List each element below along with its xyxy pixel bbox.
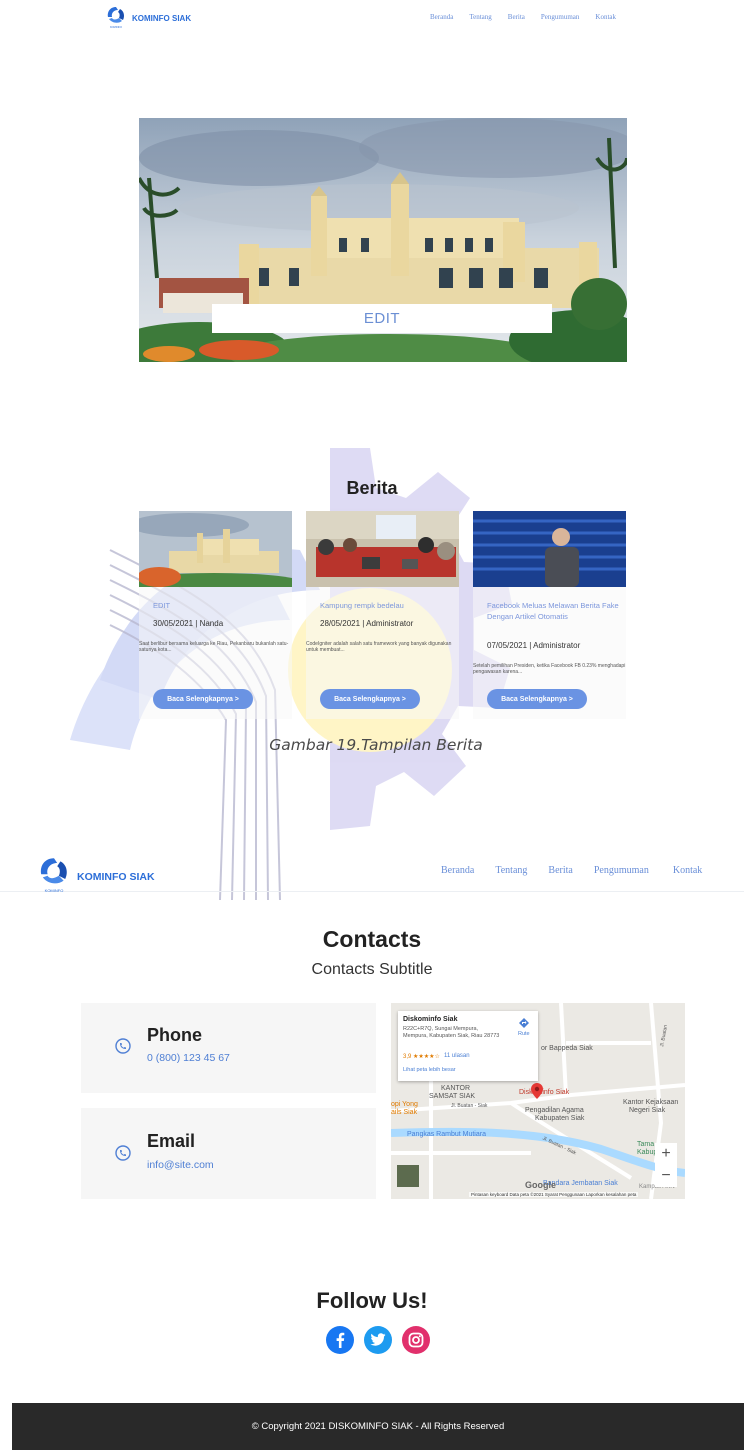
directions-label[interactable]: Rute [518, 1031, 530, 1037]
news-thumbnail-meeting[interactable] [306, 511, 459, 587]
map-label-bappeda: or Bappeda Siak [541, 1045, 593, 1052]
hero-caption-text: EDIT [363, 310, 401, 327]
news-meta: 30/05/2021 | Nanda [153, 619, 224, 628]
map-label-pangkas: Pangkas Rambut Mutiara [407, 1131, 486, 1138]
contacts-title: Contacts [322, 926, 422, 952]
map-label-kejaksaan-2: Negeri Siak [629, 1107, 666, 1114]
phone-label: Phone [147, 1025, 203, 1045]
copyright-text: © Copyright 2021 DISKOMINFO SIAK - All R… [251, 1421, 505, 1432]
news-title-link[interactable]: Kampung rempk bedelau [320, 600, 454, 611]
read-more-button[interactable]: Baca Selengkapnya > [153, 689, 253, 709]
map-pin-label: Diskominfo Siak [519, 1089, 570, 1096]
email-icon [115, 1145, 131, 1161]
map-rating: 3,9 ★★★★☆ [403, 1054, 440, 1060]
hero-banner: EDIT [139, 118, 627, 362]
nav-link-pengumuman[interactable]: Pengumuman [594, 865, 649, 876]
nav-link-beranda[interactable]: Beranda [441, 865, 474, 876]
brand-link[interactable]: KOMINFO KOMINFO SIAK [38, 856, 155, 893]
news-meta: 07/05/2021 | Administrator [487, 641, 581, 650]
google-logo: Google [525, 1180, 556, 1190]
logo-caption: KOMINFO [109, 26, 123, 29]
nav-link-beranda[interactable]: Beranda [430, 13, 453, 21]
map-street-label: Jl. Buatan - Siak [451, 1103, 488, 1109]
news-title-link[interactable]: EDIT [153, 600, 287, 611]
berita-section-title: Berita [346, 478, 398, 498]
facebook-icon[interactable] [326, 1326, 354, 1354]
news-card: Facebook Meluas Melawan Berita Fake Deng… [473, 511, 626, 719]
instagram-icon[interactable] [402, 1326, 430, 1354]
map-label-kopi-2: ails Siak [391, 1109, 418, 1116]
logo-caption: KOMINFO [44, 888, 64, 893]
kominfo-logo-icon: KOMINFO [38, 856, 70, 893]
read-more-button[interactable]: Baca Selengkapnya > [320, 689, 420, 709]
map-reviews-link[interactable]: 11 ulasan [444, 1053, 470, 1059]
phone-value[interactable]: 0 (800) 123 45 67 [147, 1052, 230, 1064]
google-map-embed[interactable]: or Bappeda Siak KANTOR SAMSAT SIAK opi Y… [391, 1003, 685, 1199]
map-label-taman: Tama [637, 1141, 655, 1148]
nav-link-berita[interactable]: Berita [548, 865, 572, 876]
nav-links: Beranda Tentang Berita Pengumuman Kontak [441, 865, 702, 876]
phone-icon [115, 1038, 131, 1054]
map-zoom-in-button[interactable]: + [655, 1143, 677, 1165]
footer: © Copyright 2021 DISKOMINFO SIAK - All R… [12, 1403, 744, 1450]
email-contact-card: Email info@site.com [81, 1108, 376, 1199]
news-card-list: EDIT 30/05/2021 | Nanda Saat berlibur be… [139, 511, 627, 719]
second-navbar: KOMINFO KOMINFO SIAK Beranda Tentang Ber… [0, 848, 744, 893]
news-meta: 28/05/2021 | Administrator [320, 619, 414, 628]
brand-link[interactable]: KOMINFO KOMINFO SIAK [106, 6, 192, 29]
nav-link-kontak[interactable]: Kontak [673, 865, 702, 876]
news-excerpt: Setelah pemilihan Presiden, ketika Faceb… [473, 663, 626, 675]
map-place-address: R22C+R7Q, Sungai Mempura, Mempura, Kabup… [403, 1026, 500, 1039]
email-label: Email [147, 1131, 196, 1151]
nav-link-tentang[interactable]: Tentang [469, 13, 491, 21]
map-label-kopi: opi Yong [391, 1101, 418, 1108]
news-card: Kampung rempk bedelau 28/05/2021 | Admin… [306, 511, 459, 719]
map-info-card: Diskominfo Siak R22C+R7Q, Sungai Mempura… [398, 1011, 538, 1081]
map-label-pengadilan-2: Kabupaten Siak [535, 1115, 585, 1122]
follow-title: Follow Us! [316, 1288, 428, 1313]
email-value[interactable]: info@site.com [147, 1159, 214, 1171]
news-title-link[interactable]: Facebook Meluas Melawan Berita Fake Deng… [487, 600, 621, 622]
map-place-name: Diskominfo Siak [403, 1016, 458, 1023]
contacts-subtitle: Contacts Subtitle [311, 961, 433, 978]
news-card: EDIT 30/05/2021 | Nanda Saat berlibur be… [139, 511, 292, 719]
map-larger-link[interactable]: Lihat peta lebih besar [403, 1067, 456, 1073]
social-links [326, 1326, 430, 1354]
brand-name: KOMINFO SIAK [132, 13, 192, 23]
news-thumbnail-palace[interactable] [139, 511, 292, 587]
map-zoom-out-button[interactable]: − [655, 1165, 677, 1187]
nav-link-tentang[interactable]: Tentang [495, 865, 527, 876]
map-label-samsat: SAMSAT SIAK [429, 1093, 476, 1100]
news-excerpt: CodeIgniter adalah salah satu framework … [306, 641, 452, 653]
hero-caption-box: EDIT [212, 304, 552, 333]
map-pin-icon[interactable] [531, 1083, 543, 1099]
phone-contact-card: Phone 0 (800) 123 45 67 [81, 1003, 376, 1093]
kominfo-logo-icon: KOMINFO [106, 6, 126, 29]
read-more-button[interactable]: Baca Selengkapnya > [487, 689, 587, 709]
nav-links: Beranda Tentang Berita Pengumuman Kontak [430, 13, 632, 21]
map-label-pengadilan: Pengadilan Agama [525, 1107, 584, 1114]
map-label-kantor: KANTOR [441, 1085, 471, 1092]
map-attribution[interactable]: Pintasan keyboard Data peta ©2021 Syarat… [469, 1192, 639, 1197]
twitter-icon[interactable] [364, 1326, 392, 1354]
news-excerpt: Saat berlibur bersama keluarga ke Riau, … [139, 641, 289, 653]
map-label-kejaksaan: Kantor Kejaksaan [623, 1099, 679, 1106]
figure-caption: Gambar 19.Tampilan Berita [269, 736, 483, 754]
nav-link-berita[interactable]: Berita [508, 13, 525, 21]
news-thumbnail-facebook[interactable] [473, 511, 626, 587]
nav-link-pengumuman[interactable]: Pengumuman [541, 13, 580, 21]
nav-link-kontak[interactable]: Kontak [595, 13, 616, 21]
brand-name: KOMINFO SIAK [77, 871, 155, 883]
top-navbar: KOMINFO KOMINFO SIAK Beranda Tentang Ber… [0, 0, 744, 36]
directions-icon[interactable] [518, 1017, 530, 1029]
